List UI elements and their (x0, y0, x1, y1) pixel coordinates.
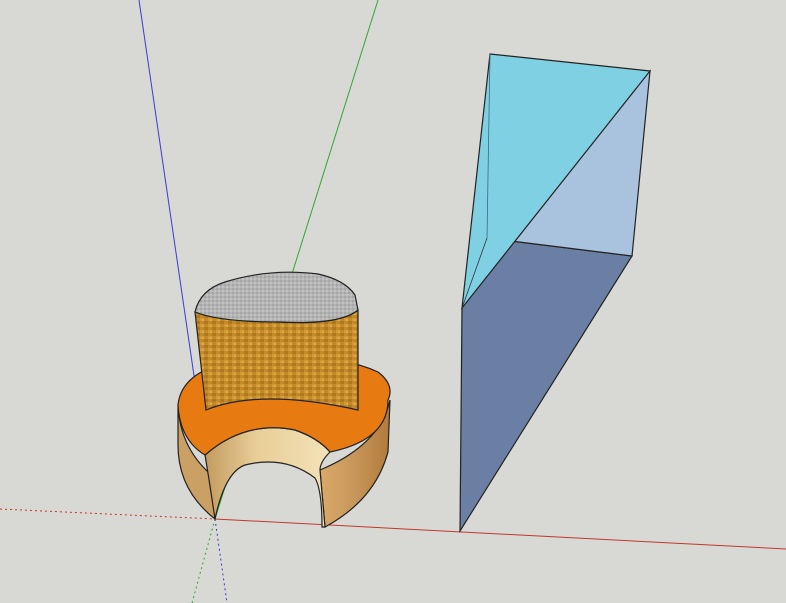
blue-axis-dotted (214, 518, 228, 603)
cylinder-top-cap (194, 271, 359, 324)
ring-inner-face (204, 427, 331, 528)
green-axis-dotted (191, 518, 216, 603)
red-axis-dotted (0, 508, 216, 520)
modeling-viewport[interactable] (0, 0, 786, 603)
red-axis (214, 518, 786, 550)
cylinder-object[interactable] (177, 271, 391, 528)
wedge-object[interactable] (459, 53, 652, 534)
wedge-lower-face (459, 237, 634, 534)
cylinder-side-face (194, 308, 359, 411)
axis-lines (0, 0, 786, 603)
scene-canvas[interactable] (0, 0, 786, 603)
